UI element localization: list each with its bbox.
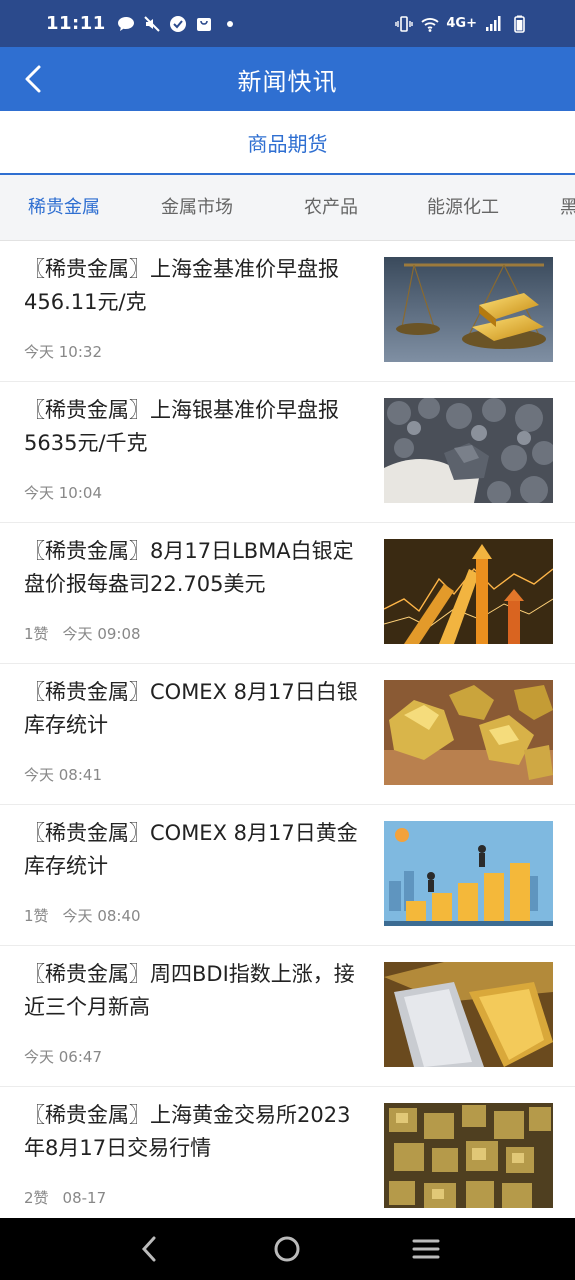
news-thumbnail-coin-stairs xyxy=(384,821,553,926)
news-likes: 1赞 xyxy=(24,625,49,643)
news-meta: 1赞 今天 09:08 xyxy=(24,623,141,644)
news-thumbnail-gold-nuggets xyxy=(384,680,553,785)
news-title: 〖稀贵金属〗上海金基准价早盘报456.11元/克 xyxy=(24,257,339,314)
system-icons: 4G+ xyxy=(394,14,529,34)
news-thumbnail-silver-ore xyxy=(384,398,553,503)
news-meta: 今天 10:04 xyxy=(24,482,102,503)
news-time: 今天 08:41 xyxy=(24,766,102,784)
news-item[interactable]: 〖稀贵金属〗上海黄金交易所2023年8月17日交易行情 2赞 08-17 xyxy=(0,1087,575,1218)
app-header: 新闻快讯 xyxy=(0,47,575,111)
news-item[interactable]: 〖稀贵金属〗COMEX 8月17日黄金库存统计 1赞 今天 08:40 xyxy=(0,805,575,946)
news-title: 〖稀贵金属〗上海银基准价早盘报5635元/千克 xyxy=(24,398,339,455)
tab-bar: 稀贵金属 金属市场 农产品 能源化工 黑 xyxy=(0,175,575,241)
news-meta: 今天 08:41 xyxy=(24,764,102,785)
page-title: 新闻快讯 xyxy=(237,67,338,96)
tab-ferrous[interactable]: 黑 xyxy=(560,175,575,240)
news-item[interactable]: 〖稀贵金属〗上海银基准价早盘报5635元/千克 今天 10:04 xyxy=(0,382,575,523)
news-meta: 2赞 08-17 xyxy=(24,1187,106,1208)
nav-home-button[interactable] xyxy=(267,1229,307,1269)
network-type: 4G+ xyxy=(446,16,477,31)
chevron-left-icon xyxy=(25,65,41,93)
news-time: 08-17 xyxy=(62,1189,107,1207)
news-meta: 1赞 今天 08:40 xyxy=(24,905,141,926)
signal-icon xyxy=(486,15,501,31)
news-title: 〖稀贵金属〗COMEX 8月17日黄金库存统计 xyxy=(24,821,358,878)
news-thumbnail-gold-scale xyxy=(384,257,553,362)
news-item[interactable]: 〖稀贵金属〗COMEX 8月17日白银库存统计 今天 08:41 xyxy=(0,664,575,805)
news-time: 今天 08:40 xyxy=(62,907,141,925)
battery-icon xyxy=(514,15,525,33)
nav-back-button[interactable] xyxy=(129,1229,169,1269)
tab-energy-chemical[interactable]: 能源化工 xyxy=(427,175,499,240)
category-header: 商品期货 xyxy=(0,111,575,175)
status-time: 11:11 xyxy=(46,13,106,34)
wifi-icon xyxy=(421,17,439,32)
news-time: 今天 09:08 xyxy=(62,625,141,643)
news-thumbnail-silver-gold-bars xyxy=(384,962,553,1067)
system-nav-bar xyxy=(0,1218,575,1280)
news-item[interactable]: 〖稀贵金属〗周四BDI指数上涨，接近三个月新高 今天 06:47 xyxy=(0,946,575,1087)
news-item[interactable]: 〖稀贵金属〗上海金基准价早盘报456.11元/克 今天 10:32 xyxy=(0,241,575,382)
bag-icon xyxy=(196,17,211,31)
nav-menu-icon xyxy=(412,1239,440,1259)
news-item[interactable]: 〖稀贵金属〗8月17日LBMA白银定盘价报每盎司22.705美元 1赞 今天 09… xyxy=(0,523,575,664)
news-likes: 1赞 xyxy=(24,907,49,925)
news-thumbnail-pyrite xyxy=(384,1103,553,1208)
news-title: 〖稀贵金属〗上海黄金交易所2023年8月17日交易行情 xyxy=(24,1103,351,1160)
news-title: 〖稀贵金属〗8月17日LBMA白银定盘价报每盎司22.705美元 xyxy=(24,539,354,596)
news-thumbnail-rising-arrows xyxy=(384,539,553,644)
news-title: 〖稀贵金属〗COMEX 8月17日白银库存统计 xyxy=(24,680,358,737)
news-time: 今天 06:47 xyxy=(24,1048,102,1066)
nav-recents-button[interactable] xyxy=(406,1229,446,1269)
mute-icon xyxy=(144,15,160,32)
news-meta: 今天 10:32 xyxy=(24,341,102,362)
notification-icons xyxy=(116,14,240,34)
tab-precious-metals[interactable]: 稀贵金属 xyxy=(28,175,100,240)
tab-agricultural[interactable]: 农产品 xyxy=(304,175,358,240)
check-circle-icon xyxy=(169,15,186,32)
tab-metal-market[interactable]: 金属市场 xyxy=(161,175,233,240)
news-title: 〖稀贵金属〗周四BDI指数上涨，接近三个月新高 xyxy=(24,962,355,1019)
status-bar: 11:11 4G+ xyxy=(0,0,575,47)
vibrate-icon xyxy=(395,15,414,32)
news-time: 今天 10:04 xyxy=(24,484,102,502)
chat-icon xyxy=(117,16,134,31)
nav-back-icon xyxy=(142,1236,156,1262)
news-meta: 今天 06:47 xyxy=(24,1046,102,1067)
news-list: 〖稀贵金属〗上海金基准价早盘报456.11元/克 今天 10:32 〖稀贵金属〗… xyxy=(0,241,575,1218)
nav-home-icon xyxy=(274,1236,300,1262)
back-button[interactable] xyxy=(14,59,54,99)
news-likes: 2赞 xyxy=(24,1189,49,1207)
category-label: 商品期货 xyxy=(247,131,328,156)
dot-icon xyxy=(226,20,233,27)
news-time: 今天 10:32 xyxy=(24,343,102,361)
